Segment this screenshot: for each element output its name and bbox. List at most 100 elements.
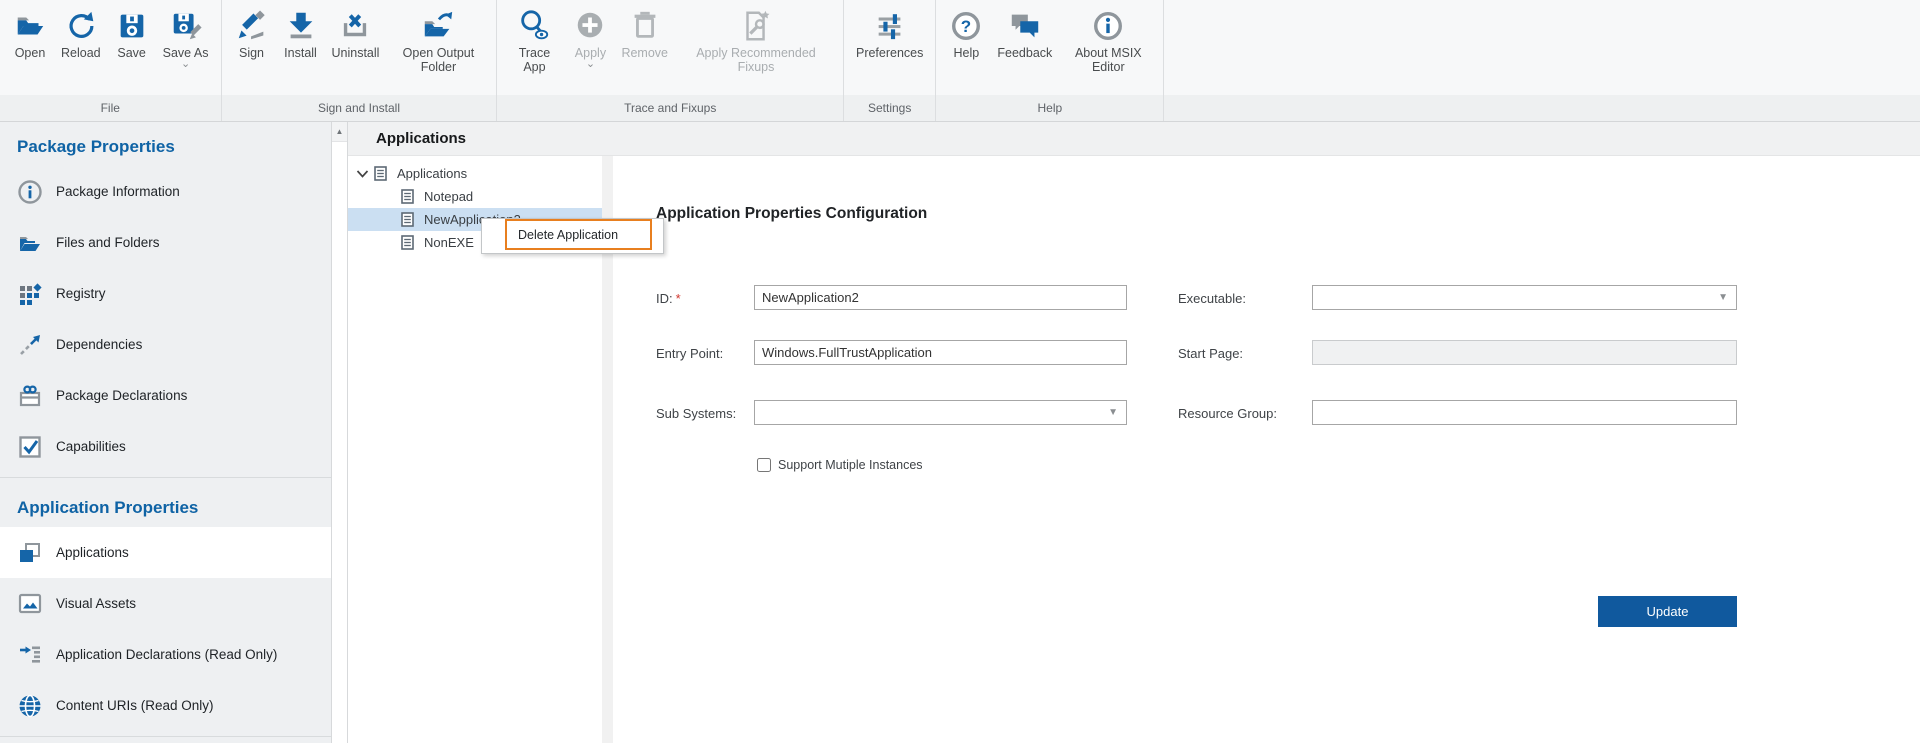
sidebar-item-application-declarations[interactable]: Application Declarations (Read Only) xyxy=(0,629,331,680)
ribbon-button-feedback[interactable]: Feedback xyxy=(992,5,1057,62)
context-menu-item-delete-application[interactable]: Delete Application xyxy=(505,219,652,250)
vertical-scrollbar[interactable]: ▲ xyxy=(331,122,348,743)
sidebar-item-registry[interactable]: Registry xyxy=(0,268,331,319)
sidebar-item-visual-assets[interactable]: Visual Assets xyxy=(0,578,331,629)
ribbon-group-label-file: File xyxy=(0,95,221,121)
sub-systems-select[interactable]: ▼ xyxy=(754,400,1127,425)
preferences-sliders-icon xyxy=(872,7,908,45)
ribbon-button-trace-app[interactable]: Trace App xyxy=(504,5,564,77)
sidebar-heading-application-properties: Application Properties xyxy=(17,498,199,517)
about-info-icon xyxy=(1090,7,1126,45)
tree-node-applications-root[interactable]: Applications xyxy=(348,162,602,185)
resource-group-input[interactable] xyxy=(1312,400,1737,425)
feedback-bubble-icon xyxy=(1007,7,1043,45)
dropdown-chevron-icon: ⌄ xyxy=(180,58,191,71)
start-page-input xyxy=(1312,340,1737,365)
ribbon-button-help[interactable]: ? Help xyxy=(943,5,989,62)
sidebar-item-capabilities[interactable]: Capabilities xyxy=(0,421,331,472)
form-heading: Application Properties Configuration xyxy=(656,205,928,222)
combo-chevron-icon: ▼ xyxy=(1108,407,1118,418)
sidebar-item-dependencies[interactable]: Dependencies xyxy=(0,319,331,370)
reload-icon xyxy=(63,7,99,45)
save-icon xyxy=(114,7,150,45)
ribbon-button-remove[interactable]: Remove xyxy=(616,5,673,62)
ribbon-button-uninstall[interactable]: Uninstall xyxy=(327,5,385,62)
ribbon-button-apply-recommended-fixups[interactable]: Apply Recommended Fixups xyxy=(676,5,836,77)
combo-chevron-icon: ▼ xyxy=(1718,292,1728,303)
context-menu: Delete Application xyxy=(481,218,664,254)
ribbon-group-sign-and-install: Sign Install Uninstall Open Output Folde… xyxy=(221,0,498,121)
ribbon-group-label-trace-and-fixups: Trace and Fixups xyxy=(497,95,843,121)
sidebar-item-package-information[interactable]: Package Information xyxy=(0,166,331,217)
ribbon-group-settings: Preferences Settings xyxy=(843,0,937,121)
support-multiple-instances-field: Support Mutiple Instances xyxy=(757,458,923,472)
sub-systems-label: Sub Systems: xyxy=(656,406,737,421)
sidebar-heading-package-properties: Package Properties xyxy=(17,137,175,156)
ribbon-button-sign[interactable]: Sign xyxy=(229,5,275,62)
entry-point-label: Entry Point: xyxy=(656,346,724,361)
apply-plus-icon xyxy=(572,7,608,45)
ribbon-button-open-output-folder[interactable]: Open Output Folder xyxy=(387,5,489,77)
ribbon-group-trace-and-fixups: Trace App Apply ⌄ Remove Apply Recommend… xyxy=(497,0,844,121)
ribbon-button-reload[interactable]: Reload xyxy=(56,5,106,62)
ribbon-button-open[interactable]: Open xyxy=(7,5,53,62)
ribbon-group-file: Open Reload Save Save As ⌄ File xyxy=(0,0,222,121)
info-circle-icon xyxy=(17,179,43,205)
remove-trash-icon xyxy=(627,7,663,45)
ribbon-button-apply[interactable]: Apply ⌄ xyxy=(567,5,613,72)
document-icon xyxy=(401,235,414,250)
ribbon-empty-area xyxy=(1164,0,1920,121)
document-icon xyxy=(374,166,387,181)
sidebar-item-package-declarations[interactable]: Package Declarations xyxy=(0,370,331,421)
dropdown-chevron-icon: ⌄ xyxy=(585,58,596,71)
open-output-folder-icon xyxy=(420,7,456,45)
support-multiple-instances-label: Support Mutiple Instances xyxy=(778,458,923,472)
chevron-down-icon[interactable] xyxy=(356,169,369,179)
open-folder-icon xyxy=(12,7,48,45)
ribbon-button-save-as[interactable]: Save As ⌄ xyxy=(158,5,214,72)
save-as-icon xyxy=(168,7,204,45)
ribbon-group-label-sign-and-install: Sign and Install xyxy=(221,95,497,121)
sidebar-item-content-uris[interactable]: Content URIs (Read Only) xyxy=(0,680,331,731)
executable-select[interactable]: ▼ xyxy=(1312,285,1737,310)
main-area: Applications Applications Notepad NewApp… xyxy=(348,122,1920,743)
support-multiple-instances-checkbox[interactable] xyxy=(757,458,771,472)
image-icon xyxy=(17,591,43,617)
dependency-arrow-icon xyxy=(17,332,43,358)
arrow-list-icon xyxy=(17,642,43,668)
id-input[interactable] xyxy=(754,285,1127,310)
application-properties-form: Application Properties Configuration ID:… xyxy=(613,156,1920,743)
sidebar-divider xyxy=(0,736,331,737)
tree-node-notepad[interactable]: Notepad xyxy=(348,185,602,208)
update-button[interactable]: Update xyxy=(1598,596,1737,627)
ribbon-group-label-settings: Settings xyxy=(843,95,936,121)
ribbon-group-label-help: Help xyxy=(936,95,1164,121)
ribbon-button-about-msix-editor[interactable]: About MSIX Editor xyxy=(1060,5,1156,77)
svg-text:?: ? xyxy=(961,17,971,36)
fixups-document-icon xyxy=(738,7,774,45)
sidebar-item-files-and-folders[interactable]: Files and Folders xyxy=(0,217,331,268)
sign-pencil-icon xyxy=(234,7,270,45)
ribbon-button-install[interactable]: Install xyxy=(278,5,324,62)
executable-label: Executable: xyxy=(1178,291,1246,306)
gift-box-icon xyxy=(17,383,43,409)
page-title: Applications xyxy=(348,122,1920,156)
document-icon xyxy=(401,189,414,204)
start-page-label: Start Page: xyxy=(1178,346,1244,361)
ribbon-button-save[interactable]: Save xyxy=(109,5,155,62)
install-arrow-icon xyxy=(283,7,319,45)
registry-grid-icon xyxy=(17,281,43,307)
sidebar-divider xyxy=(0,477,331,478)
sidebar-item-applications[interactable]: Applications xyxy=(0,527,331,578)
entry-point-input[interactable] xyxy=(754,340,1127,365)
app-windows-icon xyxy=(17,540,43,566)
scrollbar-up-arrow-icon[interactable]: ▲ xyxy=(332,122,347,142)
required-asterisk: * xyxy=(675,291,681,306)
help-question-icon: ? xyxy=(948,7,984,45)
ribbon-group-help: ? Help Feedback About MSIX Editor Help xyxy=(936,0,1165,121)
checkbox-check-icon xyxy=(17,434,43,460)
resource-group-label: Resource Group: xyxy=(1178,406,1277,421)
uninstall-x-icon xyxy=(337,7,373,45)
document-icon xyxy=(401,212,414,227)
ribbon-button-preferences[interactable]: Preferences xyxy=(851,5,928,62)
